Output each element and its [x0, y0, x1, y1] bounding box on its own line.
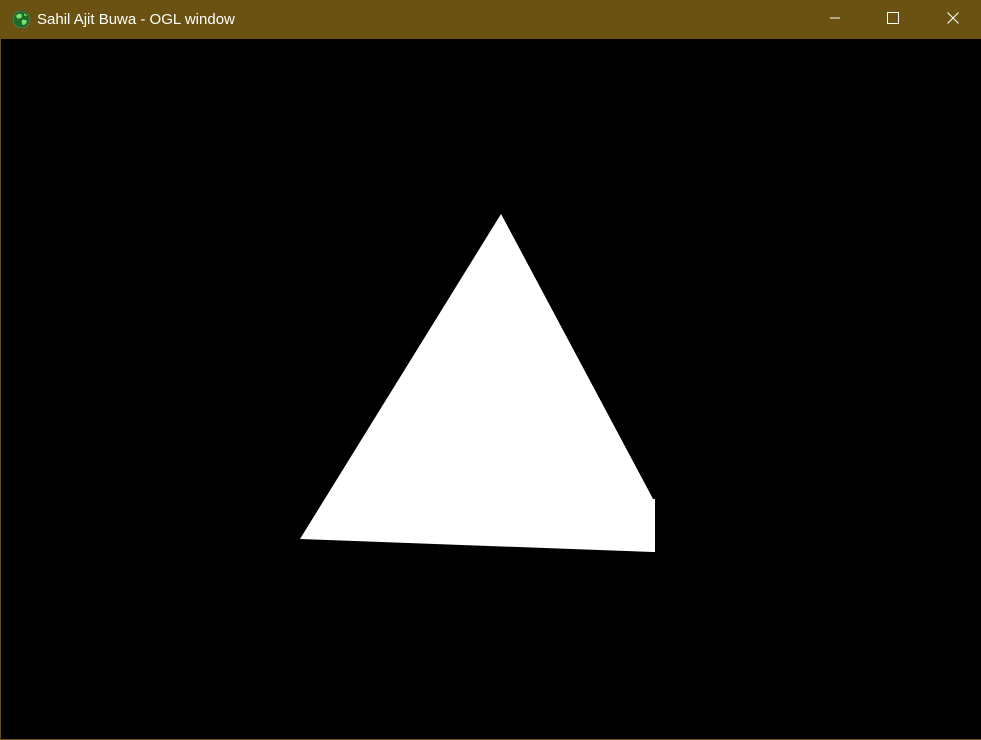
- window-title: Sahil Ajit Buwa - OGL window: [37, 11, 235, 28]
- close-button[interactable]: [923, 0, 981, 39]
- ogl-window: Sahil Ajit Buwa - OGL window: [0, 0, 981, 740]
- maximize-icon: [887, 11, 899, 28]
- pyramid-front-face: [300, 214, 653, 552]
- maximize-button[interactable]: [864, 0, 922, 39]
- rendered-scene: [300, 214, 655, 552]
- title-bar[interactable]: Sahil Ajit Buwa - OGL window: [1, 0, 981, 39]
- pyramid-shape: [300, 214, 655, 552]
- close-icon: [946, 11, 959, 28]
- minimize-button[interactable]: [806, 0, 864, 39]
- opengl-viewport[interactable]: [2, 39, 981, 739]
- globe-icon[interactable]: [12, 10, 31, 29]
- minimize-icon: [829, 11, 841, 28]
